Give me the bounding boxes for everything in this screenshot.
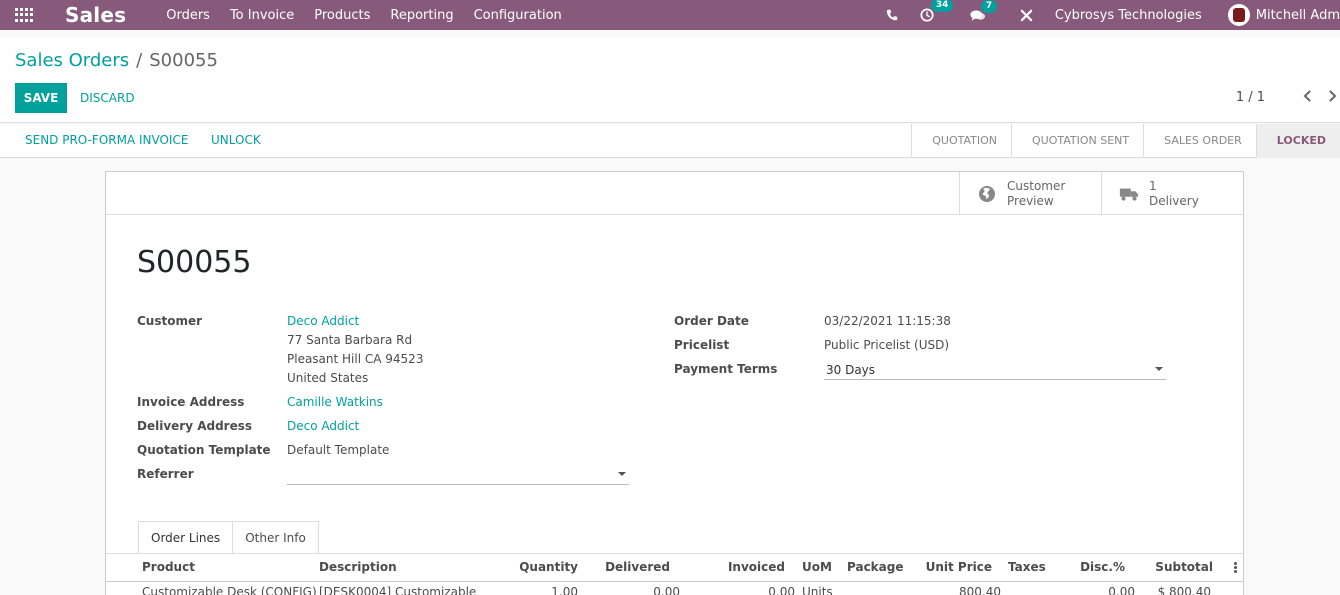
payment-terms-select[interactable]: 30 Days (824, 360, 1166, 380)
smart-button-box: Customer Preview 1 Delivery (106, 172, 1243, 215)
unlock-button[interactable]: UNLOCK (211, 133, 261, 147)
quotation-template-label: Quotation Template (137, 443, 271, 457)
menu-products[interactable]: Products (314, 8, 370, 23)
statusbar: SEND PRO-FORMA INVOICE UNLOCK QUOTATION … (0, 124, 1340, 158)
customer-preview-line1: Customer (1007, 178, 1066, 193)
chevron-down-icon (1155, 367, 1163, 371)
row1-uom[interactable]: Units (802, 585, 833, 595)
menu-reporting[interactable]: Reporting (390, 8, 453, 23)
payment-terms-value: 30 Days (826, 363, 876, 377)
stage-quotation-sent[interactable]: QUOTATION SENT (1011, 124, 1143, 158)
user-menu[interactable]: Mitchell Adm (1256, 8, 1340, 23)
app-name[interactable]: Sales (65, 3, 126, 27)
customer-address-line3: United States (287, 371, 369, 385)
row1-quantity[interactable]: 1.00 (478, 585, 578, 595)
delivery-address-link[interactable]: Deco Addict (287, 419, 359, 433)
col-subtotal[interactable]: Subtotal (1113, 560, 1213, 574)
col-quantity[interactable]: Quantity (478, 560, 578, 574)
invoice-address-label: Invoice Address (137, 395, 245, 409)
messages-chat-icon[interactable]: 7 (970, 0, 998, 22)
optional-columns-icon[interactable] (1234, 562, 1237, 574)
menu-to-invoice[interactable]: To Invoice (230, 8, 294, 23)
company-switcher[interactable]: Cybrosys Technologies (1055, 8, 1202, 23)
referrer-label: Referrer (137, 467, 194, 481)
delivery-button[interactable]: 1 Delivery (1101, 172, 1243, 215)
breadcrumb-current: S00055 (149, 50, 218, 71)
tab-other-info[interactable]: Other Info (232, 521, 319, 554)
customer-preview-button[interactable]: Customer Preview (959, 172, 1101, 215)
col-delivered[interactable]: Delivered (570, 560, 670, 574)
discard-button[interactable]: DISCARD (80, 83, 135, 113)
quotation-template-value: Default Template (287, 443, 390, 457)
order-date-value: 03/22/2021 11:15:38 (824, 314, 951, 328)
menu-configuration[interactable]: Configuration (474, 8, 562, 23)
notebook-tabs: Order Lines Other Info (138, 521, 319, 554)
breadcrumb-separator: / (136, 50, 143, 71)
col-discount[interactable]: Disc.% (1025, 560, 1125, 574)
phone-icon[interactable] (886, 9, 898, 21)
stage-locked[interactable]: LOCKED (1255, 124, 1340, 158)
form-sheet: Customer Preview 1 Delivery S00055 Custo… (105, 171, 1244, 595)
user-avatar[interactable] (1227, 4, 1250, 26)
pager-value[interactable]: 1 / 1 (1236, 90, 1265, 105)
row1-delivered[interactable]: 0.00 (580, 585, 680, 595)
activity-clock-icon[interactable]: 34 (920, 0, 954, 22)
pager-next-icon[interactable] (1328, 88, 1338, 107)
row1-description[interactable]: [DESK0004] Customizable (319, 585, 476, 595)
col-invoiced[interactable]: Invoiced (685, 560, 785, 574)
customer-address-line2: Pleasant Hill CA 94523 (287, 352, 424, 366)
message-count-badge: 7 (980, 0, 998, 13)
pricelist-label: Pricelist (674, 338, 730, 352)
breadcrumb: Sales Orders / S00055 (15, 50, 218, 71)
stage-quotation[interactable]: QUOTATION (911, 124, 1011, 158)
col-description[interactable]: Description (319, 560, 397, 574)
col-product[interactable]: Product (142, 560, 195, 574)
apps-menu-icon[interactable] (15, 8, 33, 22)
customer-preview-line2: Preview (1007, 193, 1054, 208)
tab-divider (106, 553, 1243, 554)
tab-order-lines[interactable]: Order Lines (138, 521, 234, 554)
truck-icon (1119, 184, 1139, 204)
customer-link[interactable]: Deco Addict (287, 314, 359, 328)
save-button[interactable]: SAVE (15, 83, 67, 113)
row1-product[interactable]: Customizable Desk (CONFIG) (142, 585, 317, 595)
debug-tools-icon[interactable] (1020, 9, 1033, 22)
activity-count-badge: 34 (930, 0, 954, 12)
chevron-down-icon (618, 472, 626, 476)
row1-subtotal[interactable]: $ 800.40 (1111, 585, 1211, 595)
menu-orders[interactable]: Orders (166, 8, 210, 23)
row1-invoiced[interactable]: 0.00 (695, 585, 795, 595)
customer-address-line1: 77 Santa Barbara Rd (287, 333, 413, 347)
control-panel: Sales Orders / S00055 SAVE DISCARD 1 / 1 (0, 38, 1340, 123)
pager-previous-icon[interactable] (1302, 88, 1312, 107)
record-title: S00055 (137, 245, 252, 280)
send-pro-forma-invoice-button[interactable]: SEND PRO-FORMA INVOICE (25, 133, 188, 147)
stage-bar: QUOTATION QUOTATION SENT SALES ORDER LOC… (911, 124, 1340, 158)
breadcrumb-sales-orders[interactable]: Sales Orders (15, 50, 129, 71)
customer-label: Customer (137, 314, 203, 328)
col-unit-price[interactable]: Unit Price (892, 560, 992, 574)
globe-icon (977, 184, 997, 204)
stage-sales-order[interactable]: SALES ORDER (1143, 124, 1256, 158)
order-date-label: Order Date (674, 314, 749, 328)
table-header-divider (106, 581, 1243, 582)
delivery-label: Delivery (1149, 193, 1199, 208)
row1-unit-price[interactable]: 800.40 (901, 585, 1001, 595)
invoice-address-link[interactable]: Camille Watkins (287, 395, 383, 409)
referrer-select[interactable] (287, 465, 629, 485)
col-uom[interactable]: UoM (802, 560, 832, 574)
delivery-count: 1 (1149, 178, 1157, 193)
top-navbar: Sales Orders To Invoice Products Reporti… (0, 0, 1340, 30)
pricelist-value: Public Pricelist (USD) (824, 338, 950, 352)
payment-terms-label: Payment Terms (674, 362, 778, 376)
delivery-address-label: Delivery Address (137, 419, 253, 433)
